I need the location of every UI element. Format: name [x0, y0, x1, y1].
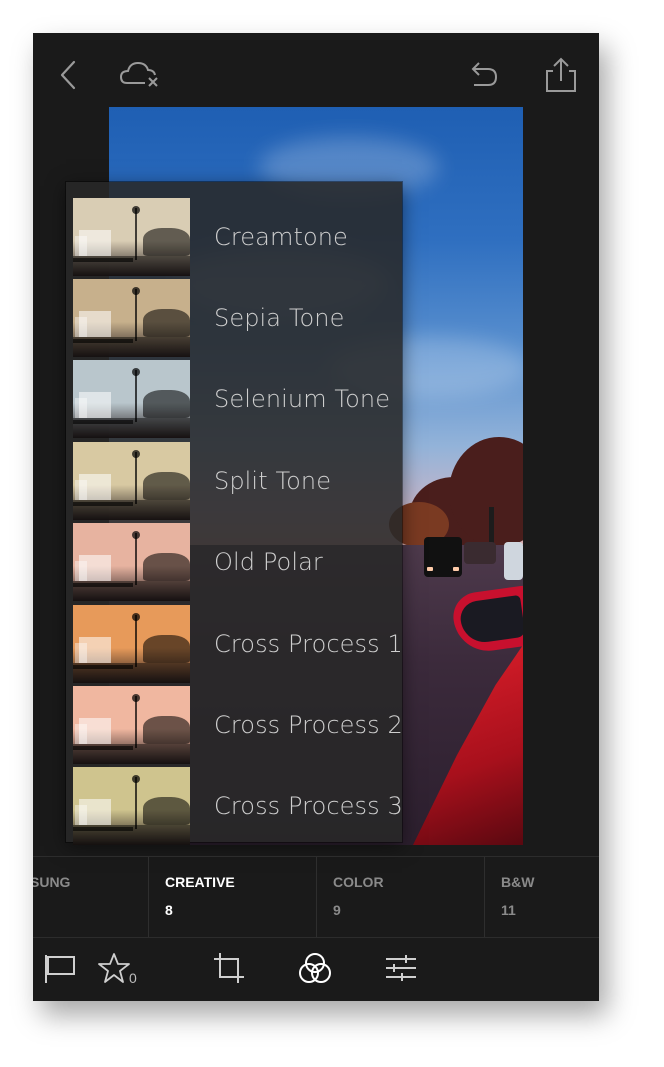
flag-icon[interactable]	[43, 951, 77, 985]
preset-item[interactable]: Cross Process 2	[73, 684, 403, 765]
preset-thumbnail	[73, 441, 190, 520]
tab-creative[interactable]: CREATIVE 8	[148, 857, 317, 937]
preset-item[interactable]: Split Tone	[73, 440, 402, 521]
crop-icon[interactable]	[212, 951, 246, 985]
rating-count: 0	[129, 970, 137, 986]
preset-item[interactable]: Selenium Tone	[73, 359, 402, 440]
preset-item[interactable]: Cross Process 3	[73, 766, 403, 847]
star-icon[interactable]	[97, 951, 131, 985]
preset-thumbnail	[73, 278, 190, 357]
preset-label: Cross Process 1	[214, 629, 403, 658]
preset-item[interactable]: Cross Process 1	[73, 603, 403, 684]
tab-count: 8	[165, 902, 173, 918]
preset-item[interactable]: Sepia Tone	[73, 277, 402, 358]
preset-label: Selenium Tone	[214, 385, 391, 414]
back-chevron-icon[interactable]	[47, 53, 91, 97]
tab-count: 9	[333, 902, 341, 918]
tab-bw[interactable]: B&W 11	[484, 857, 599, 937]
preset-label: Creamtone	[214, 222, 348, 251]
preset-label: Old Polar	[214, 548, 323, 577]
tab-samsung[interactable]: SUNG	[33, 857, 149, 937]
preset-thumbnail	[73, 360, 190, 439]
preset-thumbnail	[73, 523, 190, 602]
preset-item[interactable]: Creamtone	[73, 196, 402, 277]
tab-color[interactable]: COLOR 9	[316, 857, 485, 937]
app-window: Creamtone Sepia Tone Selenium Tone Split To…	[33, 33, 599, 1001]
tab-label: B&W	[501, 874, 535, 890]
tab-label: SUNG	[33, 874, 71, 890]
tab-label: COLOR	[333, 874, 384, 890]
cloud-off-icon[interactable]	[117, 53, 161, 97]
preset-thumbnail	[73, 767, 190, 846]
preset-thumbnail	[73, 604, 190, 683]
tab-count: 11	[501, 902, 516, 918]
presets-circles-icon[interactable]	[298, 951, 332, 985]
preset-label: Sepia Tone	[214, 303, 345, 332]
sliders-icon[interactable]	[384, 951, 418, 985]
preset-label: Cross Process 3	[214, 792, 403, 821]
preset-thumbnail	[73, 685, 190, 764]
preset-item[interactable]: Old Polar	[73, 522, 402, 603]
share-icon[interactable]	[539, 53, 583, 97]
tab-label: CREATIVE	[165, 874, 235, 890]
preset-label: Cross Process 2	[214, 710, 403, 739]
preset-list: Creamtone Sepia Tone Selenium Tone Split To…	[66, 182, 403, 846]
undo-icon[interactable]	[460, 53, 504, 97]
preset-category-tabs: SUNG CREATIVE 8 COLOR 9 B&W 11	[33, 856, 599, 938]
preset-thumbnail	[73, 197, 190, 276]
preset-label: Split Tone	[214, 466, 332, 495]
